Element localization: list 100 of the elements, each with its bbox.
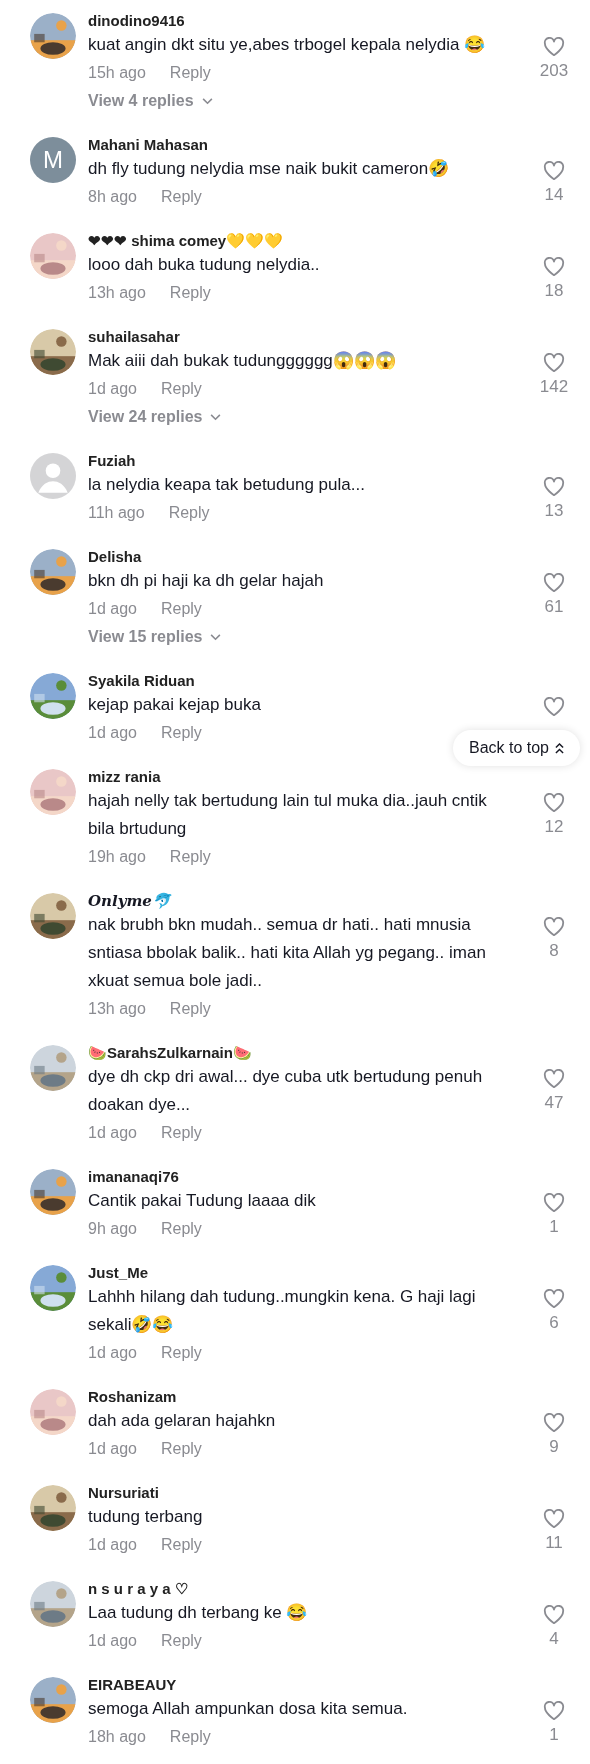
username[interactable]: Delisha: [88, 547, 142, 567]
heart-icon[interactable]: [543, 1193, 565, 1213]
heart-icon[interactable]: [543, 697, 565, 717]
reply-link[interactable]: Reply: [160, 1341, 202, 1365]
comment-text: Lahhh hilang dah tudung..mungkin kena. G haji lagi sekali🤣😂: [88, 1286, 477, 1336]
reply-link[interactable]: Reply: [160, 1533, 202, 1557]
timestamp: 13h ago: [88, 999, 146, 1019]
timestamp: 13h ago: [88, 283, 146, 303]
heart-icon[interactable]: [543, 1413, 565, 1433]
view-replies-button[interactable]: View 15 replies: [88, 625, 222, 649]
comment-text: hajah nelly tak bertudung lain tul muka dia..jauh cntik bila brtudung: [88, 790, 488, 840]
username[interactable]: n s u r a y a ♡: [88, 1579, 188, 1599]
timestamp: 19h ago: [88, 847, 146, 867]
timestamp: 1d ago: [88, 1343, 137, 1363]
heart-icon[interactable]: [543, 917, 565, 937]
timestamp: 8h ago: [88, 187, 137, 207]
username[interactable]: EIRABEAUY: [88, 1675, 177, 1695]
comment-text: nak brubh bkn mudah.. semua dr hati.. hati mnusia sntiasa bbolak balik.. hati kita Allah yg pegang.. iman xkuat semua bole jadi..: [88, 914, 487, 992]
avatar[interactable]: M: [30, 137, 76, 183]
like-count: 1: [549, 1216, 559, 1238]
heart-icon[interactable]: [543, 37, 565, 57]
timestamp: 15h ago: [88, 63, 146, 83]
heart-icon[interactable]: [543, 1701, 565, 1721]
username[interactable]: Roshanizam: [88, 1387, 177, 1407]
reply-link[interactable]: Reply: [169, 997, 211, 1021]
like-count: 13: [544, 500, 564, 522]
reply-link[interactable]: Reply: [160, 1437, 202, 1461]
heart-icon[interactable]: [543, 1605, 565, 1625]
chevron-down-icon: [210, 633, 222, 641]
timestamp: 1d ago: [88, 379, 137, 399]
username[interactable]: Mahani Mahasan: [88, 135, 209, 155]
reply-link[interactable]: Reply: [160, 1217, 202, 1241]
heart-icon[interactable]: [543, 573, 565, 593]
username[interactable]: Fuziah: [88, 451, 136, 471]
back-to-top-button[interactable]: Back to top: [452, 730, 580, 766]
heart-icon[interactable]: [543, 353, 565, 373]
like-count: 18: [544, 280, 564, 302]
username[interactable]: 🍉SarahsZulkarnain🍉: [88, 1043, 252, 1063]
comment-text: bkn dh pi haji ka dh gelar hajah: [88, 570, 324, 592]
heart-icon[interactable]: [543, 1509, 565, 1529]
chevron-up-icon: [555, 742, 564, 754]
like-count: 11: [545, 1532, 563, 1554]
like-count: 4: [549, 1628, 559, 1650]
like-count: 142: [539, 376, 569, 398]
like-count: 14: [544, 184, 564, 206]
username[interactable]: dinodino9416: [88, 11, 185, 31]
like-count: 61: [544, 596, 564, 618]
reply-link[interactable]: Reply: [160, 1121, 202, 1145]
username[interactable]: Syakila Riduan: [88, 671, 195, 691]
comment-text: Laa tudung dh terbang ke 😂: [88, 1602, 308, 1624]
heart-icon[interactable]: [543, 793, 565, 813]
comment-text: looo dah buka tudung nelydia..: [88, 254, 320, 276]
comment-text: dah ada gelaran hajahkn: [88, 1410, 276, 1432]
comment-text: la nelydia keapa tak betudung pula...: [88, 474, 365, 496]
like-count: 12: [544, 816, 564, 838]
reply-link[interactable]: Reply: [160, 597, 202, 621]
view-replies-button[interactable]: View 24 replies: [88, 405, 222, 429]
heart-icon[interactable]: [543, 257, 565, 277]
timestamp: 1d ago: [88, 1631, 137, 1651]
heart-icon[interactable]: [543, 161, 565, 181]
comment-text: Cantik pakai Tudung laaaa dik: [88, 1190, 316, 1212]
heart-icon[interactable]: [543, 1069, 565, 1089]
username[interactable]: imananaqi76: [88, 1167, 179, 1187]
like-count: 9: [549, 1436, 559, 1458]
comment-text: dye dh ckp dri awal... dye cuba utk bertudung penuh doakan dye...: [88, 1066, 484, 1116]
like-count: 47: [544, 1092, 564, 1114]
reply-link[interactable]: Reply: [169, 281, 211, 305]
like-count: 203: [539, 60, 569, 82]
comment-text: semoga Allah ampunkan dosa kita semua.: [88, 1698, 408, 1720]
heart-icon[interactable]: [543, 477, 565, 497]
comment-text: tudung terbang: [88, 1506, 203, 1528]
timestamp: 1d ago: [88, 723, 137, 743]
timestamp: 1d ago: [88, 599, 137, 619]
reply-link[interactable]: Reply: [160, 721, 202, 745]
reply-link[interactable]: Reply: [168, 501, 210, 525]
view-replies-button[interactable]: View 4 replies: [88, 89, 213, 113]
timestamp: 9h ago: [88, 1219, 137, 1239]
reply-link[interactable]: Reply: [169, 1725, 211, 1749]
timestamp: 1d ago: [88, 1535, 137, 1555]
like-count: 6: [549, 1312, 559, 1334]
username[interactable]: Just_Me: [88, 1263, 149, 1283]
reply-link[interactable]: Reply: [160, 1629, 202, 1653]
timestamp: 11h ago: [88, 503, 145, 523]
username[interactable]: ❤❤❤ shima comey💛💛💛: [88, 231, 284, 251]
username[interactable]: Onlyme🐬: [88, 891, 171, 911]
username[interactable]: mizz rania: [88, 767, 161, 787]
timestamp: 18h ago: [88, 1727, 146, 1747]
heart-icon[interactable]: [543, 1289, 565, 1309]
username[interactable]: suhailasahar: [88, 327, 180, 347]
reply-link[interactable]: Reply: [169, 61, 211, 85]
like-count: 8: [549, 940, 559, 962]
reply-link[interactable]: Reply: [169, 845, 211, 869]
reply-link[interactable]: Reply: [160, 377, 202, 401]
username[interactable]: Nursuriati: [88, 1483, 159, 1503]
comment-text: Mak aiii dah bukak tudungggggg😱😱😱: [88, 350, 396, 372]
chevron-down-icon: [201, 97, 213, 105]
comment-text: dh fly tudung nelydia mse naik bukit cameron🤣: [88, 158, 450, 180]
comment-text: kejap pakai kejap buka: [88, 694, 261, 716]
reply-link[interactable]: Reply: [160, 185, 202, 209]
timestamp: 1d ago: [88, 1123, 137, 1143]
